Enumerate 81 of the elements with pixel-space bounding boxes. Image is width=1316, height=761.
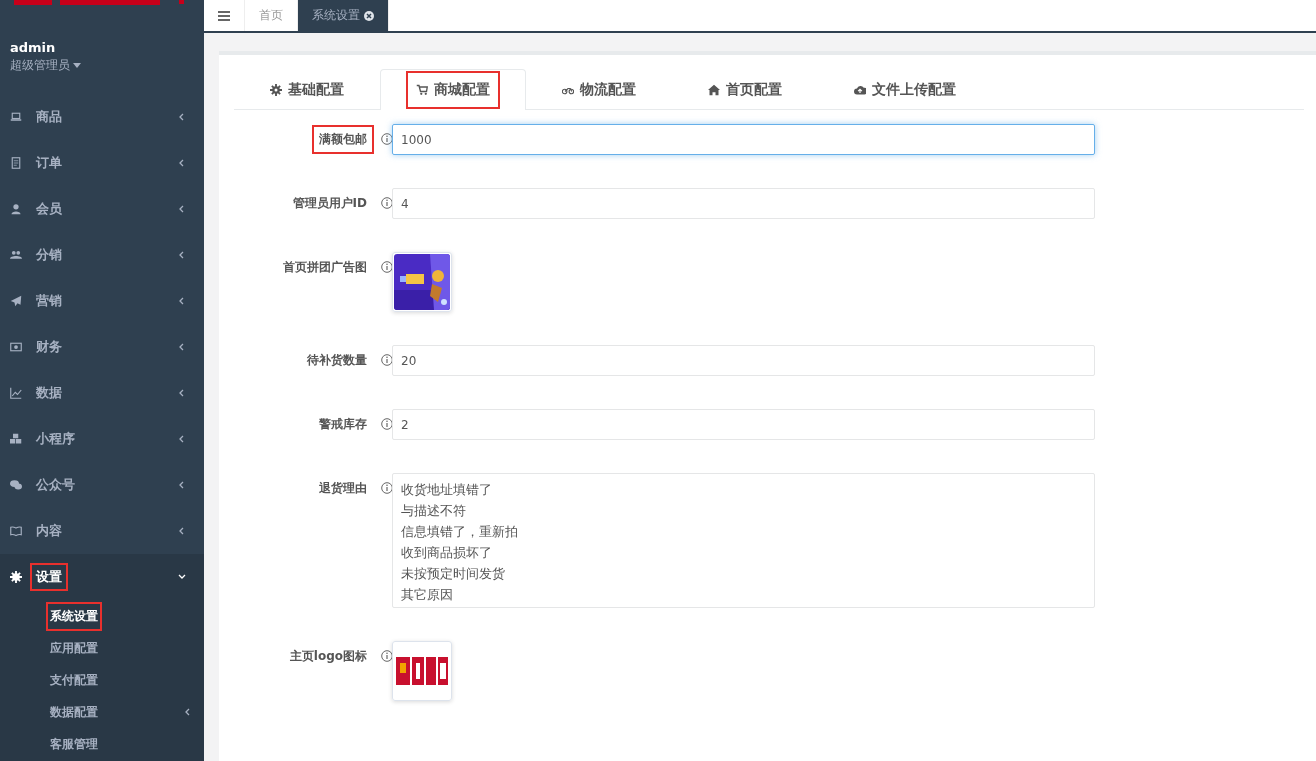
settings-tab[interactable]: 基础配置 (234, 69, 380, 110)
sidebar-item[interactable]: 会员 (0, 186, 204, 232)
chevron-left-icon (178, 159, 186, 167)
field-label: 退货理由 (318, 480, 368, 497)
chevron-down-icon (178, 573, 186, 581)
chevron-left-icon (178, 481, 186, 489)
field-label: 满额包邮 (312, 125, 374, 154)
settings-tab[interactable]: 商城配置 (380, 69, 526, 110)
cloud-upload-icon (854, 84, 866, 96)
close-icon[interactable] (364, 10, 374, 21)
user-name: admin (10, 40, 57, 55)
settings-tab[interactable]: 物流配置 (526, 69, 672, 110)
chevron-left-icon (178, 297, 186, 305)
sidebar-item[interactable]: 财务 (0, 324, 204, 370)
sidebar-item[interactable]: 订单 (0, 140, 204, 186)
document-icon (10, 157, 22, 169)
submenu-item[interactable]: 应用配置 (0, 632, 204, 664)
submenu-item[interactable]: 客服管理 (0, 728, 204, 760)
info-icon (381, 261, 393, 273)
settings-icon (10, 571, 22, 583)
info-icon (381, 197, 393, 209)
paper-plane-icon (10, 295, 22, 307)
submenu-item[interactable]: 支付配置 (0, 664, 204, 696)
info-icon (381, 650, 393, 662)
image-thumbnail[interactable] (392, 641, 452, 701)
sidebar-item[interactable]: 公众号 (0, 462, 204, 508)
field-label: 待补货数量 (306, 352, 368, 369)
sidebar-item[interactable]: 内容 (0, 508, 204, 554)
sidebar-item[interactable]: 小程序 (0, 416, 204, 462)
text-field[interactable]: 20 (392, 345, 1095, 376)
chevron-left-icon (178, 435, 186, 443)
text-area[interactable]: 收货地址填错了 与描述不符 信息填错了，重新拍 收到商品损坏了 未按预定时间发货 其它原因 (392, 473, 1095, 608)
menu-icon[interactable] (218, 10, 230, 21)
book-icon (10, 525, 22, 537)
cubes-icon (10, 433, 22, 445)
text-line: 收到商品损坏了 (401, 544, 493, 562)
chevron-left-icon (178, 343, 186, 351)
info-icon (381, 482, 393, 494)
info-icon (381, 354, 393, 366)
submenu-item[interactable]: 系统设置 (0, 600, 204, 632)
image-thumbnail[interactable] (392, 252, 452, 312)
cart-icon (416, 84, 428, 96)
text-field[interactable]: 1000 (392, 124, 1095, 155)
laptop-icon (10, 111, 22, 123)
caret-icon (73, 63, 81, 68)
sidebar-item[interactable]: 商品 (0, 94, 204, 140)
field-label: 警戒库存 (318, 416, 368, 433)
line-chart-icon (10, 387, 22, 399)
chevron-left-icon (178, 389, 186, 397)
submenu-item[interactable]: 数据配置 (0, 696, 204, 728)
info-icon (381, 133, 393, 145)
chat-bubbles-icon (10, 479, 22, 491)
text-line: 未按预定时间发货 (401, 565, 506, 583)
chevron-left-icon (178, 527, 186, 535)
banknote-icon (10, 341, 22, 353)
settings-tab[interactable]: 文件上传配置 (818, 69, 992, 110)
field-label: 管理员用户ID (291, 195, 368, 212)
sidebar-item[interactable]: 分销 (0, 232, 204, 278)
home-icon (708, 84, 720, 96)
chevron-left-icon (178, 205, 186, 213)
text-line: 与描述不符 (401, 502, 467, 520)
text-field[interactable]: 4 (392, 188, 1095, 219)
sidebar-item[interactable]: 数据 (0, 370, 204, 416)
users-icon (10, 249, 22, 261)
settings-icon (270, 84, 282, 96)
settings-tab[interactable]: 首页配置 (672, 69, 818, 110)
text-field[interactable]: 2 (392, 409, 1095, 440)
chevron-left-icon (178, 251, 186, 259)
text-line: 其它原因 (401, 586, 454, 604)
field-label: 主页logo图标 (288, 648, 368, 665)
page-tab[interactable]: 系统设置 (298, 0, 389, 31)
text-line: 信息填错了，重新拍 (401, 523, 519, 541)
user-role-dropdown[interactable]: 超级管理员 (10, 57, 81, 74)
field-label: 首页拼团广告图 (282, 259, 368, 276)
text-line: 收货地址填错了 (401, 481, 493, 499)
info-icon (381, 418, 393, 430)
chevron-left-icon (184, 708, 192, 716)
chevron-left-icon (178, 113, 186, 121)
sidebar-item[interactable]: 营销 (0, 278, 204, 324)
user-icon (10, 203, 22, 215)
sidebar-item[interactable]: 设置 (0, 554, 204, 600)
